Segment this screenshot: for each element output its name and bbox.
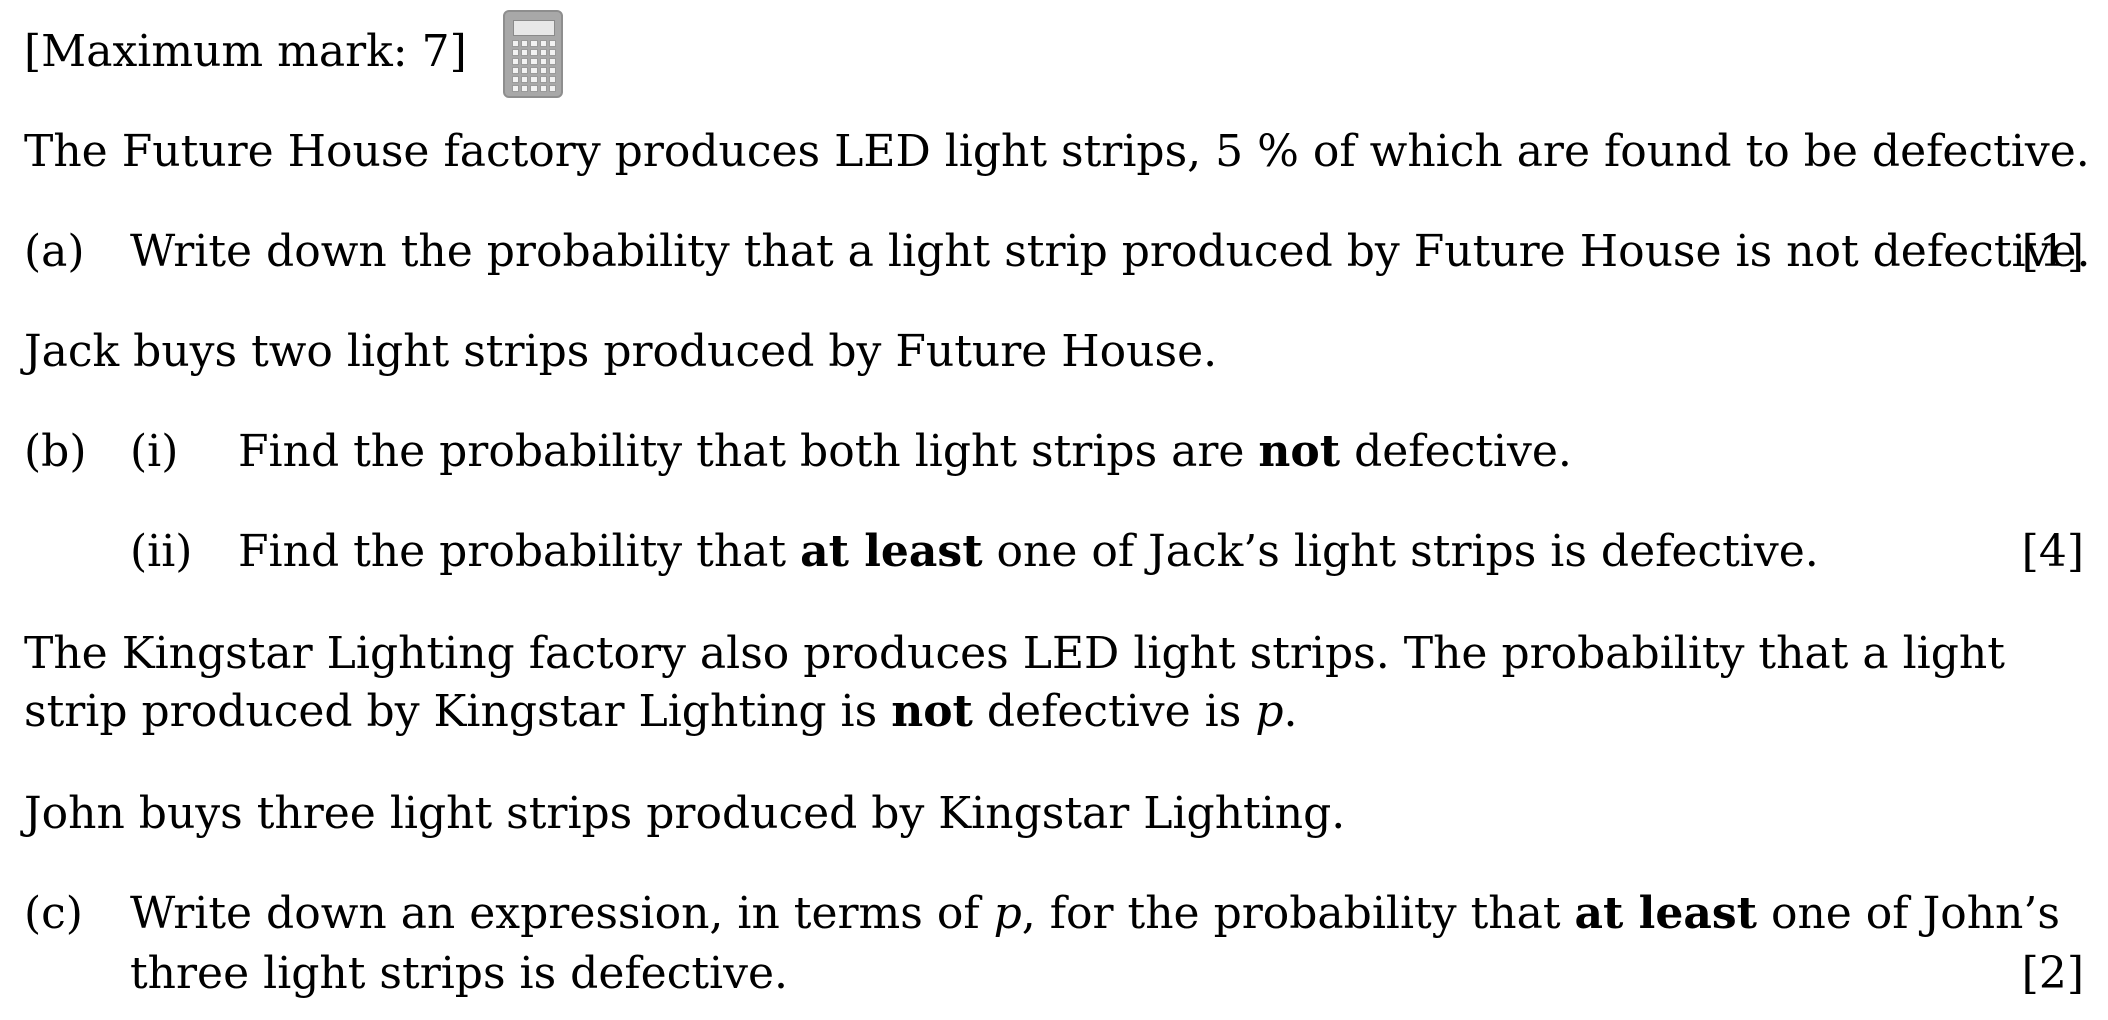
part-c-var-p: p: [993, 888, 1022, 939]
john-text: John buys three light strips produced by…: [24, 788, 1346, 839]
part-b-ii-text-after: one of Jack’s light strips is defective.: [982, 526, 1819, 577]
kingstar-line-2-before: strip produced by Kingstar Lighting is: [24, 686, 892, 737]
part-a-text: Write down the probability that a light …: [130, 226, 2091, 277]
part-c-line-1-mid: , for the probability that: [1021, 888, 1575, 939]
part-a-mark: [1]: [2021, 226, 2084, 277]
part-c-line-1-bold: at least: [1574, 888, 1757, 939]
kingstar-var-p: p: [1255, 686, 1284, 737]
part-b-ii-text-before: Find the probability that: [238, 526, 801, 577]
jack-text: Jack buys two light strips produced by F…: [24, 326, 1218, 377]
part-b-i-text: Find the probability that both light str…: [238, 424, 1572, 480]
part-c-mark: [2]: [2021, 948, 2084, 999]
maximum-mark: [Maximum mark: 7]: [24, 26, 467, 77]
exam-question: [Maximum mark: 7] The Future House facto…: [0, 0, 2108, 1020]
part-c-line-1: Write down an expression, in terms of p,…: [130, 886, 2060, 942]
intro-text: The Future House factory produces LED li…: [24, 126, 2090, 177]
part-b-mark: [4]: [2021, 526, 2084, 577]
kingstar-line-2-bold: not: [891, 686, 973, 737]
kingstar-line-1: The Kingstar Lighting factory also produ…: [24, 628, 2005, 679]
part-b-i-bold: not: [1258, 426, 1341, 477]
kingstar-line-2-end: .: [1283, 686, 1298, 737]
part-c-line-2: three light strips is defective.: [130, 948, 788, 999]
kingstar-line-2: strip produced by Kingstar Lighting is n…: [24, 684, 1297, 740]
part-b-ii-bold: at least: [800, 526, 983, 577]
part-a-label: (a): [24, 226, 85, 277]
part-c-label: (c): [24, 888, 83, 939]
part-b-label: (b): [24, 426, 87, 477]
part-c-line-1-before: Write down an expression, in terms of: [130, 888, 994, 939]
part-b-ii-label: (ii): [130, 526, 193, 577]
part-b-i-label: (i): [130, 426, 179, 477]
part-c-line-1-end: one of John’s: [1756, 888, 2060, 939]
part-b-i-text-before: Find the probability that both light str…: [238, 426, 1259, 477]
part-b-i-text-after: defective.: [1340, 426, 1572, 477]
calculator-icon: [503, 10, 563, 98]
part-b-ii-text: Find the probability that at least one o…: [238, 524, 1819, 580]
kingstar-line-2-mid: defective is: [972, 686, 1256, 737]
